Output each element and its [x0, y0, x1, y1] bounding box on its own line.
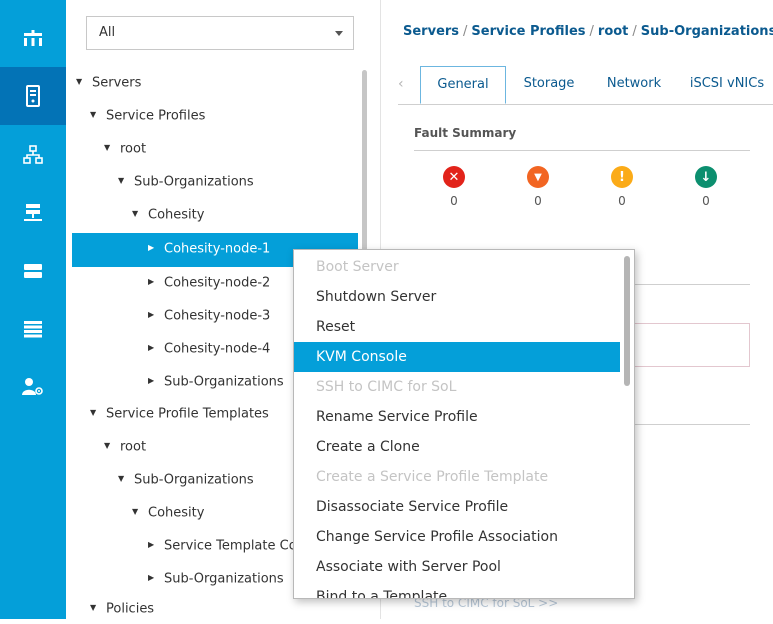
rail-chassis[interactable]: [0, 300, 66, 358]
rail-equipment[interactable]: [0, 10, 66, 68]
menu-item-boot-server: Boot Server: [316, 259, 399, 275]
critical-icon: ✕: [443, 166, 465, 188]
equipment-icon: [24, 30, 42, 46]
tree-node-root[interactable]: ▼ root: [72, 134, 358, 164]
detail-tabs: ‹ General Storage Network iSCSI vNICs: [398, 66, 773, 105]
rail-storage[interactable]: [0, 242, 66, 300]
fault-critical-count: 0: [450, 194, 458, 208]
lan-icon: [23, 145, 43, 164]
menu-scrollbar[interactable]: [624, 256, 630, 386]
menu-item-kvm-console[interactable]: KVM Console: [294, 342, 620, 372]
tree-node-sub-organizations[interactable]: ▼ Sub-Organizations: [72, 167, 358, 197]
fault-major-count: 0: [534, 194, 542, 208]
menu-item-reset[interactable]: Reset: [294, 312, 620, 342]
context-menu: Boot Server Shutdown Server Reset KVM Co…: [293, 249, 635, 599]
breadcrumb-service-profiles[interactable]: Service Profiles: [471, 24, 585, 39]
warning-icon: ↓: [695, 166, 717, 188]
expand-triangle-icon: ▼: [132, 507, 139, 516]
menu-item-shutdown-server[interactable]: Shutdown Server: [294, 282, 620, 312]
menu-item-create-template: Create a Service Profile Template: [316, 469, 549, 485]
rail-san[interactable]: [0, 184, 66, 242]
breadcrumb-root[interactable]: root: [598, 24, 629, 39]
collapsed-triangle-icon: ▶: [148, 573, 155, 582]
tab-scroll-left-icon[interactable]: ‹: [398, 76, 404, 92]
breadcrumb: Servers / Service Profiles / root / Sub-Organi…: [403, 24, 773, 44]
collapsed-triangle-icon: ▶: [148, 310, 155, 319]
breadcrumb-servers[interactable]: Servers: [403, 24, 459, 39]
fault-summary-divider: [414, 150, 750, 151]
fault-minor-count: 0: [618, 194, 626, 208]
rail-servers[interactable]: [0, 67, 66, 125]
fault-minor[interactable]: ! 0: [602, 166, 642, 208]
fault-warning[interactable]: ↓ 0: [686, 166, 726, 208]
tab-general[interactable]: General: [420, 66, 506, 104]
expand-triangle-icon: ▼: [76, 77, 83, 86]
collapsed-triangle-icon: ▶: [148, 376, 155, 385]
fault-major[interactable]: ▼ 0: [518, 166, 558, 208]
collapsed-triangle-icon: ▶: [148, 277, 155, 286]
chassis-icon: [24, 321, 42, 338]
expand-triangle-icon: ▼: [104, 441, 111, 450]
filter-value: All: [99, 25, 116, 40]
rail-lan[interactable]: [0, 126, 66, 184]
fault-warning-count: 0: [702, 194, 710, 208]
tree-node-service-profiles[interactable]: ▼ Service Profiles: [72, 101, 358, 131]
collapsed-triangle-icon: ▶: [148, 540, 155, 549]
menu-item-associate-server-pool[interactable]: Associate with Server Pool: [294, 552, 620, 582]
tree-node-servers[interactable]: ▼ Servers: [72, 68, 358, 98]
fault-summary-title: Fault Summary: [414, 126, 517, 140]
expand-triangle-icon: ▼: [118, 176, 125, 185]
tab-storage[interactable]: Storage: [516, 66, 582, 104]
menu-item-rename-service-profile[interactable]: Rename Service Profile: [294, 402, 620, 432]
admin-icon: [22, 378, 43, 395]
menu-item-ssh-to-cimc: SSH to CIMC for SoL: [316, 379, 457, 395]
collapsed-triangle-icon: ▶: [148, 343, 155, 352]
tree-node-cohesity[interactable]: ▼ Cohesity: [72, 200, 358, 230]
menu-item-bind-template[interactable]: Bind to a Template: [294, 582, 620, 598]
tab-iscsi-vnics[interactable]: iSCSI vNICs: [682, 66, 772, 104]
san-icon: [24, 204, 42, 221]
tab-network[interactable]: Network: [598, 66, 670, 104]
expand-triangle-icon: ▼: [90, 110, 97, 119]
expand-triangle-icon: ▼: [90, 408, 97, 417]
fault-critical[interactable]: ✕ 0: [434, 166, 474, 208]
chevron-down-icon: [335, 31, 343, 36]
collapsed-triangle-icon: ▶: [148, 243, 155, 252]
rail-admin[interactable]: [0, 358, 66, 416]
servers-icon: [26, 85, 40, 107]
expand-triangle-icon: ▼: [104, 143, 111, 152]
major-icon: ▼: [527, 166, 549, 188]
filter-dropdown[interactable]: All: [86, 16, 354, 50]
menu-item-change-association[interactable]: Change Service Profile Association: [294, 522, 620, 552]
minor-icon: !: [611, 166, 633, 188]
breadcrumb-sub-organizations[interactable]: Sub-Organizations: [641, 24, 773, 39]
menu-item-disassociate[interactable]: Disassociate Service Profile: [294, 492, 620, 522]
expand-triangle-icon: ▼: [118, 474, 125, 483]
expand-triangle-icon: ▼: [132, 209, 139, 218]
navigation-rail: [0, 0, 66, 619]
menu-item-create-clone[interactable]: Create a Clone: [294, 432, 620, 462]
status-box: [622, 323, 750, 367]
storage-icon: [24, 264, 42, 278]
